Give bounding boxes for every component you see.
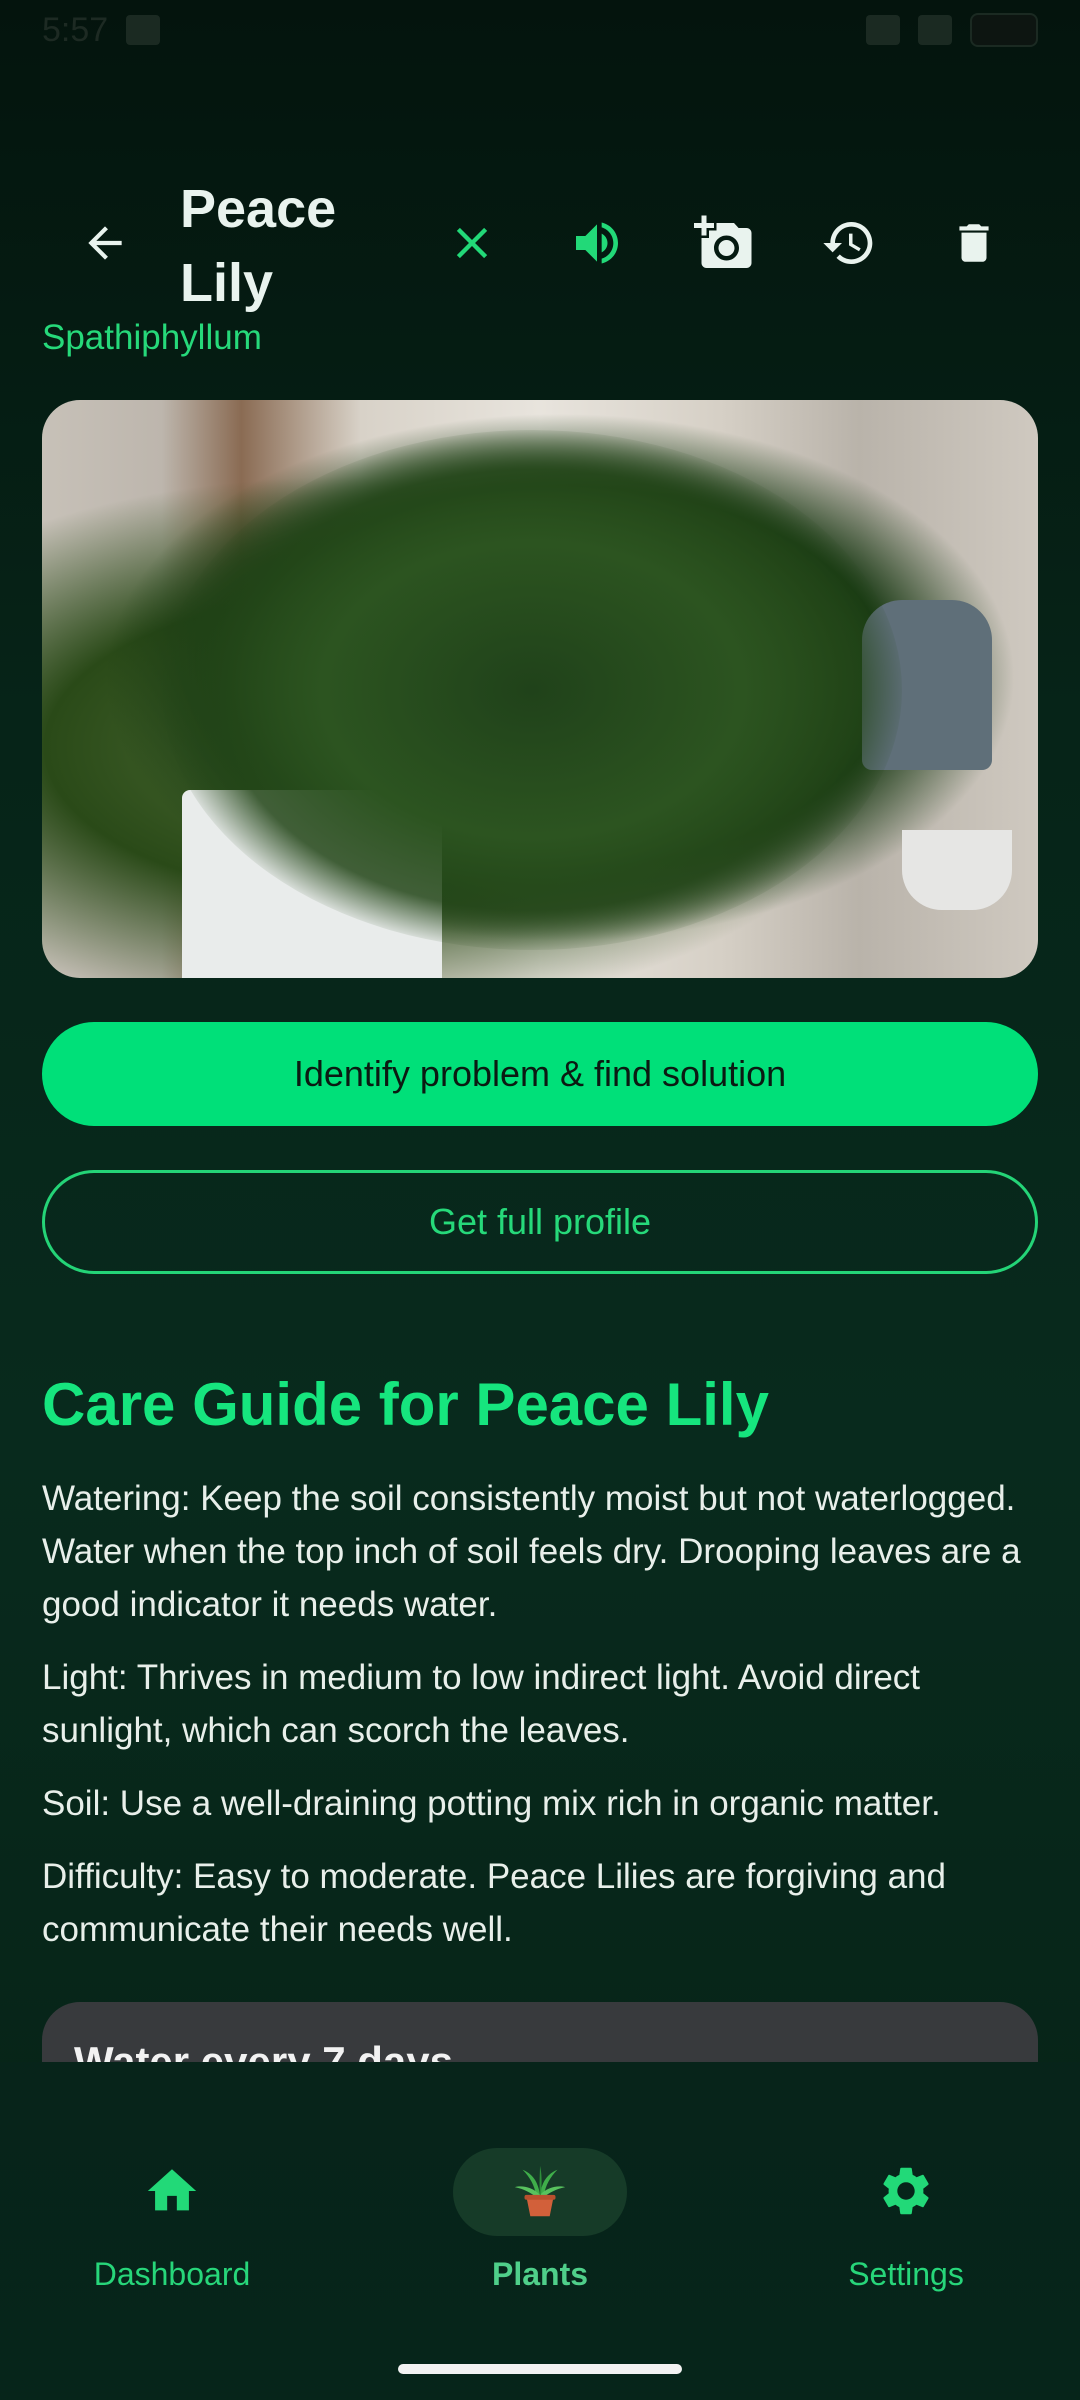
status-right: [866, 13, 1038, 47]
gear-icon: [883, 2167, 929, 2215]
identify-problem-button[interactable]: Identify problem & find solution: [42, 1022, 1038, 1126]
status-left: 5:57: [42, 10, 161, 50]
nav-settings[interactable]: Settings: [776, 2148, 1036, 2308]
nav-plants[interactable]: Plants: [410, 2148, 670, 2308]
read-aloud-button[interactable]: [558, 204, 636, 282]
home-indicator[interactable]: [398, 2364, 682, 2374]
watering-schedule-text: Water every 7 days: [74, 2038, 454, 2062]
nav-dashboard-icon-wrap: [42, 2158, 302, 2224]
care-watering: Watering: Keep the soil consistently moi…: [42, 1479, 1021, 1624]
photo-plant-foliage: [162, 430, 902, 950]
speaker-icon: [576, 222, 618, 264]
history-button[interactable]: [810, 204, 888, 282]
status-time: 5:57: [42, 10, 109, 49]
care-light: Light: Thrives in medium to low indirect…: [42, 1658, 921, 1750]
wifi-icon: [918, 15, 952, 45]
close-icon: [456, 227, 488, 259]
trash-icon: [959, 224, 989, 262]
care-guide-title: Care Guide for Peace Lily: [42, 1371, 769, 1438]
status-bar: 5:57: [0, 0, 1080, 60]
close-button[interactable]: [433, 204, 511, 282]
nav-settings-icon-wrap: [776, 2158, 1036, 2224]
nav-plants-label: Plants: [491, 2256, 589, 2292]
battery-icon: [970, 13, 1038, 47]
nav-settings-label: Settings: [848, 2256, 964, 2292]
plant-photo: [42, 400, 1038, 978]
add-photo-button[interactable]: [685, 204, 763, 282]
notification-icon: [126, 15, 161, 45]
scientific-name: Spathiphyllum: [42, 318, 262, 357]
delete-button[interactable]: [935, 204, 1013, 282]
history-icon: [823, 222, 873, 264]
page-title: Peace Lily: [180, 179, 337, 313]
home-icon: [147, 2169, 197, 2211]
photo-bowls: [902, 830, 1012, 910]
nav-dashboard[interactable]: Dashboard: [42, 2148, 302, 2308]
app-bar: Peace Lily: [0, 168, 1080, 318]
back-arrow-icon: [88, 226, 122, 260]
get-full-profile-button[interactable]: Get full profile: [42, 1170, 1038, 1274]
care-soil: Soil: Use a well-draining potting mix ri…: [42, 1784, 941, 1823]
bottom-navigation: Dashboard Plants Settings: [0, 2062, 1080, 2400]
watering-schedule-card[interactable]: Water every 7 days: [42, 2002, 1038, 2062]
signal-icon: [866, 15, 900, 45]
nav-plants-icon-wrap: [410, 2158, 670, 2224]
nav-dashboard-label: Dashboard: [93, 2256, 251, 2292]
back-button[interactable]: [70, 208, 140, 278]
add-photo-icon: [694, 215, 752, 268]
care-difficulty: Difficulty: Easy to moderate. Peace Lili…: [42, 1857, 946, 1949]
potted-plant-icon: [514, 2165, 566, 2217]
care-guide-body: Watering: Keep the soil consistently moi…: [42, 1472, 1038, 1976]
